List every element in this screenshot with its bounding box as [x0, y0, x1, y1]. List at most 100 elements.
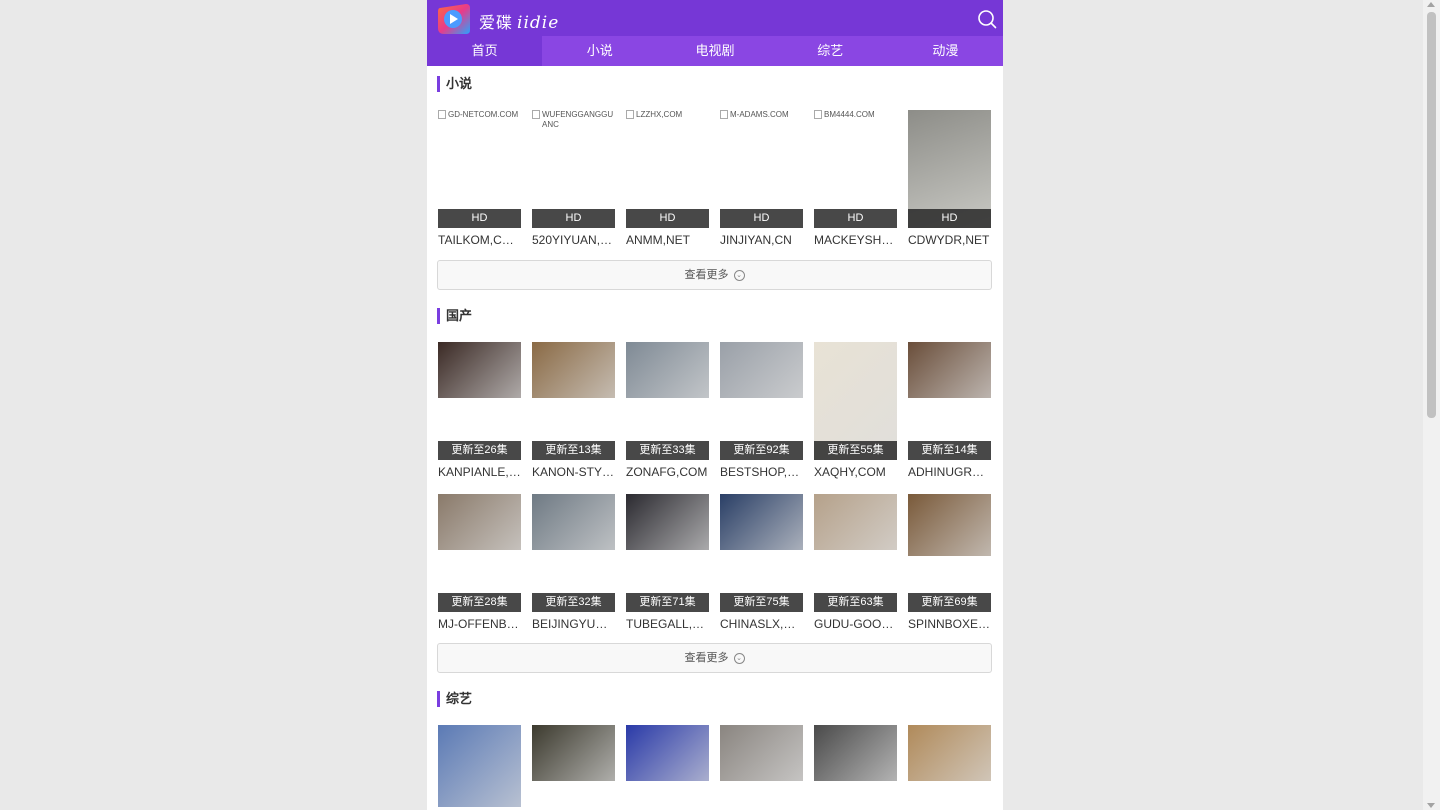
thumbnail[interactable] [532, 725, 615, 810]
thumbnail[interactable] [438, 725, 521, 810]
search-icon[interactable] [977, 9, 997, 29]
thumbnail[interactable]: 更新至75集 [720, 494, 803, 612]
card-title[interactable]: ANMM,NET [626, 232, 709, 248]
thumbnail[interactable]: WUFENGGANGGUANC HD [532, 110, 615, 228]
card-title[interactable]: MACKEYSHOP,COM [814, 232, 897, 248]
media-card[interactable]: 更新至75集 CHINASLX,COM [720, 494, 803, 632]
nav-item-novel[interactable]: 小说 [542, 36, 657, 66]
nav-item-tv[interactable]: 电视剧 [657, 36, 772, 66]
media-card[interactable] [626, 725, 709, 810]
media-card[interactable]: 更新至69集 SPINNBOXEN,DE [908, 494, 991, 632]
thumbnail[interactable]: 更新至69集 [908, 494, 991, 612]
status-badge: 更新至69集 [908, 593, 991, 612]
card-title[interactable]: ADHINUGRAHA,COM [908, 464, 991, 480]
scrollbar-thumb[interactable] [1427, 12, 1436, 418]
status-badge: 更新至71集 [626, 593, 709, 612]
media-card[interactable]: 更新至33集 ZONAFG,COM [626, 342, 709, 480]
media-card[interactable] [908, 725, 991, 810]
scroll-up-icon[interactable] [1427, 2, 1435, 7]
media-card[interactable]: 更新至13集 KANON-STYLE,COM [532, 342, 615, 480]
media-card[interactable]: 更新至32集 BEIJINGYUEHE,COM [532, 494, 615, 632]
card-title[interactable]: ZONAFG,COM [626, 464, 709, 480]
nav-item-home[interactable]: 首页 [427, 36, 543, 66]
card-title[interactable]: CHINASLX,COM [720, 616, 803, 632]
media-card[interactable]: GD-NETCOM.COM HD TAILKOM,COM [438, 110, 521, 248]
media-card[interactable]: 更新至71集 TUBEGALL,COM [626, 494, 709, 632]
thumbnail[interactable]: 更新至71集 [626, 494, 709, 612]
media-card[interactable]: M-ADAMS.COM HD JINJIYAN,CN [720, 110, 803, 248]
thumbnail[interactable] [908, 725, 991, 810]
brand-name[interactable]: 爱碟 iidie [479, 9, 559, 33]
thumbnail[interactable]: 更新至33集 [626, 342, 709, 460]
media-card[interactable]: WUFENGGANGGUANC HD 520YIYUAN,COM [532, 110, 615, 248]
logo-icon[interactable] [436, 2, 472, 36]
media-card[interactable] [438, 725, 521, 810]
card-title[interactable]: BEIJINGYUEHE,COM [532, 616, 615, 632]
card-title[interactable]: GUDU-GOOD,COM [814, 616, 897, 632]
image-alt-text: WUFENGGANGGUANC [542, 110, 614, 129]
card-title[interactable]: TUBEGALL,COM [626, 616, 709, 632]
media-card[interactable]: 更新至14集 ADHINUGRAHA,COM [908, 342, 991, 480]
view-more-button[interactable]: 查看更多 ⌄ [437, 260, 992, 290]
thumbnail[interactable]: GD-NETCOM.COM HD [438, 110, 521, 228]
thumbnail[interactable]: 更新至32集 [532, 494, 615, 612]
media-card[interactable] [532, 725, 615, 810]
thumbnail-image [720, 342, 803, 398]
thumbnail-image [814, 494, 897, 550]
media-card[interactable] [814, 725, 897, 810]
media-card[interactable] [720, 725, 803, 810]
thumbnail[interactable]: 更新至55集 [814, 342, 897, 460]
card-title[interactable]: XAQHY,COM [814, 464, 897, 480]
card-title[interactable]: TAILKOM,COM [438, 232, 521, 248]
media-card[interactable]: BM4444.COM HD MACKEYSHOP,COM [814, 110, 897, 248]
scroll-down-icon[interactable] [1427, 803, 1435, 808]
media-card[interactable]: 更新至28集 MJ-OFFENBACH,DE [438, 494, 521, 632]
thumbnail[interactable] [814, 725, 897, 810]
thumbnail-image [532, 725, 615, 781]
card-title[interactable]: BESTSHOP,COM [720, 464, 803, 480]
thumbnail[interactable]: 更新至14集 [908, 342, 991, 460]
broken-image-icon [814, 110, 822, 119]
media-card[interactable]: LZZHX,COM HD ANMM,NET [626, 110, 709, 248]
image-alt-text: BM4444.COM [824, 110, 875, 119]
thumbnail[interactable]: BM4444.COM HD [814, 110, 897, 228]
nav-item-variety[interactable]: 综艺 [773, 36, 888, 66]
thumbnail-image [626, 494, 709, 550]
card-title[interactable]: 520YIYUAN,COM [532, 232, 615, 248]
thumbnail[interactable]: HD [908, 110, 991, 228]
thumbnail-image [908, 342, 991, 398]
card-title[interactable]: KANPIANLE,COM [438, 464, 521, 480]
thumbnail[interactable]: 更新至13集 [532, 342, 615, 460]
view-more-button[interactable]: 查看更多 ⌄ [437, 643, 992, 673]
thumbnail[interactable]: 更新至28集 [438, 494, 521, 612]
media-card[interactable]: 更新至92集 BESTSHOP,COM [720, 342, 803, 480]
media-card[interactable]: 更新至55集 XAQHY,COM [814, 342, 897, 480]
media-card[interactable]: 更新至26集 KANPIANLE,COM [438, 342, 521, 480]
top-bar: 爱碟 iidie [427, 0, 1003, 36]
media-card[interactable]: HD CDWYDR,NET [908, 110, 991, 248]
card-title[interactable]: CDWYDR,NET [908, 232, 991, 248]
broken-image-icon [438, 110, 446, 119]
thumbnail[interactable]: LZZHX,COM HD [626, 110, 709, 228]
thumbnail-image [908, 494, 991, 556]
section-title-novel: 小说 [437, 76, 472, 92]
image-alt-text: LZZHX,COM [636, 110, 683, 119]
thumbnail[interactable]: 更新至92集 [720, 342, 803, 460]
status-badge: HD [532, 209, 615, 228]
status-badge: 更新至32集 [532, 593, 615, 612]
broken-image-icon [532, 110, 540, 119]
card-title[interactable]: JINJIYAN,CN [720, 232, 803, 248]
nav-item-anime[interactable]: 动漫 [888, 36, 1003, 66]
thumbnail[interactable] [720, 725, 803, 810]
card-title[interactable]: SPINNBOXEN,DE [908, 616, 991, 632]
thumbnail[interactable]: 更新至63集 [814, 494, 897, 612]
media-card[interactable]: 更新至63集 GUDU-GOOD,COM [814, 494, 897, 632]
thumbnail[interactable] [626, 725, 709, 810]
card-title[interactable]: MJ-OFFENBACH,DE [438, 616, 521, 632]
card-title[interactable]: KANON-STYLE,COM [532, 464, 615, 480]
thumbnail[interactable]: 更新至26集 [438, 342, 521, 460]
scrollbar[interactable] [1423, 0, 1440, 810]
thumbnail[interactable]: M-ADAMS.COM HD [720, 110, 803, 228]
chevron-down-icon: ⌄ [733, 652, 745, 664]
status-badge: HD [720, 209, 803, 228]
